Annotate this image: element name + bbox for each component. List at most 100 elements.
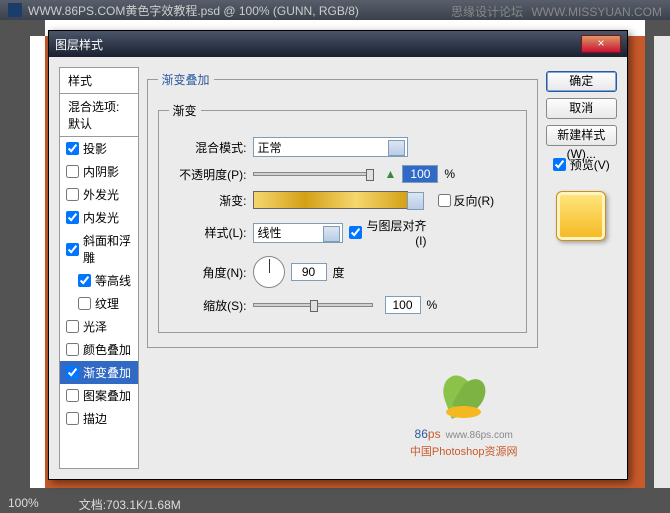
opacity-slider[interactable]	[253, 172, 373, 176]
scrollbar-vertical[interactable]	[654, 36, 670, 488]
style-item-内阴影[interactable]: 内阴影	[60, 160, 138, 183]
slider-thumb[interactable]	[310, 300, 318, 312]
row-opacity: 不透明度(P): ▲ 100 %	[169, 165, 516, 183]
preview-swatch	[556, 191, 606, 241]
gradient-picker[interactable]	[253, 191, 408, 209]
document-title: WWW.86PS.COM黄色字效教程.psd @ 100% (GUNN, RGB…	[28, 2, 359, 19]
style-label: 外发光	[83, 186, 119, 203]
align-check[interactable]	[349, 226, 362, 239]
dialog-titlebar[interactable]: 图层样式 ×	[49, 31, 627, 57]
style-checkbox[interactable]	[66, 142, 79, 155]
style-item-外发光[interactable]: 外发光	[60, 183, 138, 206]
watermark-right: WWW.MISSYUAN.COM	[531, 5, 662, 19]
dialog-body: 样式 混合选项:默认 投影内阴影外发光内发光斜面和浮雕等高线纹理光泽颜色叠加渐变…	[49, 57, 627, 479]
style-item-描边[interactable]: 描边	[60, 407, 138, 430]
style-item-内发光[interactable]: 内发光	[60, 206, 138, 229]
opacity-input[interactable]: 100	[402, 165, 438, 183]
style-checkbox[interactable]	[66, 165, 79, 178]
align-checkbox[interactable]: 与图层对齐(I)	[349, 217, 427, 248]
watermark-left: 思缘设计论坛	[451, 5, 523, 19]
label-angle: 角度(N):	[169, 264, 247, 281]
style-item-投影[interactable]: 投影	[60, 137, 138, 160]
style-checkbox[interactable]	[66, 343, 79, 356]
style-checkbox[interactable]	[66, 211, 79, 224]
pct-label2: %	[427, 298, 438, 312]
style-item-渐变叠加[interactable]: 渐变叠加	[60, 361, 138, 384]
dialog-title: 图层样式	[55, 36, 581, 53]
lock-icon: ▲	[385, 167, 397, 181]
buttons-column: 确定 取消 新建样式(W)... 预览(V)	[546, 67, 617, 469]
new-style-button[interactable]: 新建样式(W)...	[546, 125, 617, 146]
style-checkbox[interactable]	[66, 243, 79, 256]
ok-button[interactable]: 确定	[546, 71, 617, 92]
style-label: 投影	[83, 140, 107, 157]
style-value: 线性	[258, 224, 282, 241]
gradient-overlay-group: 渐变叠加 渐变 混合模式: 正常 不透明度(P): ▲ 10	[147, 71, 538, 348]
close-button[interactable]: ×	[581, 35, 621, 53]
chevron-down-icon	[393, 145, 401, 153]
style-item-纹理[interactable]: 纹理	[60, 292, 138, 315]
style-select[interactable]: 线性	[253, 223, 343, 243]
label-scale: 缩放(S):	[169, 297, 247, 314]
styles-list-panel: 样式 混合选项:默认 投影内阴影外发光内发光斜面和浮雕等高线纹理光泽颜色叠加渐变…	[59, 67, 139, 469]
blend-mode-select[interactable]: 正常	[253, 137, 408, 157]
style-item-光泽[interactable]: 光泽	[60, 315, 138, 338]
style-item-斜面和浮雕[interactable]: 斜面和浮雕	[60, 229, 138, 269]
ps-app-icon	[8, 3, 22, 17]
style-label: 内发光	[83, 209, 119, 226]
deg-label: 度	[333, 264, 345, 281]
slider-thumb[interactable]	[366, 169, 374, 181]
style-label: 渐变叠加	[83, 364, 131, 381]
scale-slider[interactable]	[253, 303, 373, 307]
row-scale: 缩放(S): 100 %	[169, 296, 516, 314]
zoom-level[interactable]: 100%	[8, 496, 39, 510]
style-checkbox[interactable]	[78, 274, 91, 287]
doc-size: 文档:703.1K/1.68M	[79, 496, 181, 510]
group-legend: 渐变叠加	[158, 71, 214, 88]
label-gradient: 渐变:	[169, 192, 247, 209]
style-checkbox[interactable]	[78, 297, 91, 310]
preview-checkbox[interactable]: 预览(V)	[546, 156, 617, 173]
style-item-等高线[interactable]: 等高线	[60, 269, 138, 292]
style-checkbox[interactable]	[66, 366, 79, 379]
style-checkbox[interactable]	[66, 412, 79, 425]
style-item-颜色叠加[interactable]: 颜色叠加	[60, 338, 138, 361]
blend-options-header[interactable]: 混合选项:默认	[60, 94, 138, 137]
style-item-图案叠加[interactable]: 图案叠加	[60, 384, 138, 407]
label-style: 样式(L):	[169, 224, 247, 241]
style-label: 等高线	[95, 272, 131, 289]
settings-panel: 渐变叠加 渐变 混合模式: 正常 不透明度(P): ▲ 10	[147, 67, 538, 469]
preview-check[interactable]	[553, 158, 566, 171]
angle-input[interactable]: 90	[291, 263, 327, 281]
style-checkbox[interactable]	[66, 188, 79, 201]
style-label: 斜面和浮雕	[83, 232, 132, 266]
row-gradient: 渐变: 反向(R)	[169, 191, 516, 209]
logo-swirl-icon	[434, 370, 494, 420]
pct-label: %	[444, 167, 455, 181]
style-label: 图案叠加	[83, 387, 131, 404]
style-label: 光泽	[83, 318, 107, 335]
row-style: 样式(L): 线性 与图层对齐(I)	[169, 217, 516, 248]
reverse-checkbox[interactable]: 反向(R)	[438, 192, 516, 209]
styles-header[interactable]: 样式	[60, 68, 138, 94]
style-label: 纹理	[95, 295, 119, 312]
scale-input[interactable]: 100	[385, 296, 421, 314]
watermark-logo: 86ps www.86ps.com 中国Photoshop资源网	[410, 370, 518, 459]
ruler-vertical	[30, 36, 45, 488]
row-angle: 角度(N): 90 度	[169, 256, 516, 288]
style-checkbox[interactable]	[66, 320, 79, 333]
chevron-down-icon	[328, 231, 336, 239]
label-blend-mode: 混合模式:	[169, 139, 247, 156]
reverse-check[interactable]	[438, 194, 451, 207]
cancel-button[interactable]: 取消	[546, 98, 617, 119]
style-label: 内阴影	[83, 163, 119, 180]
label-opacity: 不透明度(P):	[169, 166, 247, 183]
row-blend-mode: 混合模式: 正常	[169, 137, 516, 157]
statusbar: 100% 文档:703.1K/1.68M	[0, 493, 670, 513]
toolbar[interactable]	[0, 20, 30, 488]
angle-dial[interactable]	[253, 256, 285, 288]
inner-legend: 渐变	[169, 102, 201, 119]
style-label: 描边	[83, 410, 107, 427]
gradient-group: 渐变 混合模式: 正常 不透明度(P): ▲ 100 %	[158, 102, 527, 333]
style-checkbox[interactable]	[66, 389, 79, 402]
